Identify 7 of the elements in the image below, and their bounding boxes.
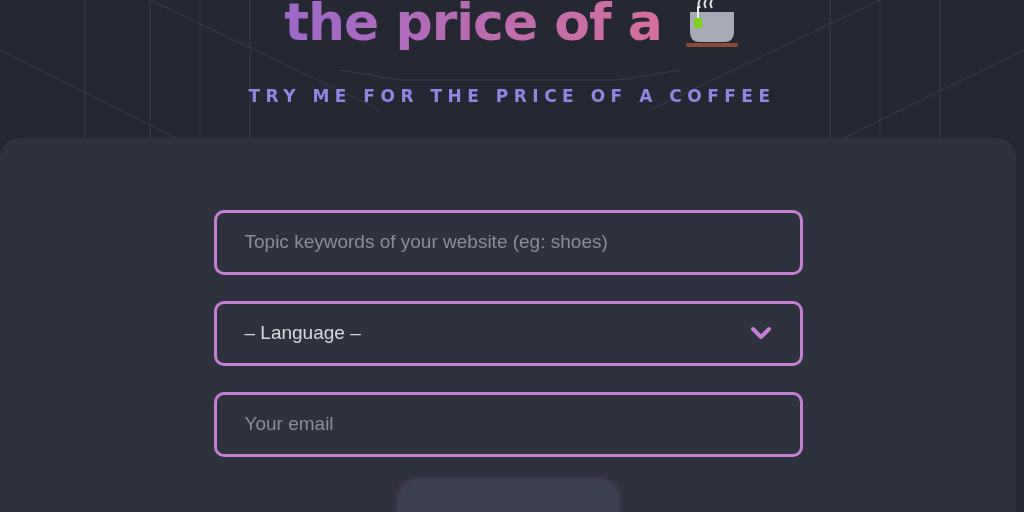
email-input[interactable]: Your email	[213, 391, 803, 457]
keywords-input[interactable]: Topic keywords of your website (eg: shoes)	[213, 210, 803, 275]
chevron-down-icon	[749, 326, 772, 341]
tea-cup-icon	[683, 0, 740, 48]
hero-heading: the price of a	[284, 0, 662, 50]
subtitle: TRY ME FOR THE PRICE OF A COFFEE	[248, 86, 776, 106]
language-select[interactable]: – Language –	[213, 300, 803, 366]
